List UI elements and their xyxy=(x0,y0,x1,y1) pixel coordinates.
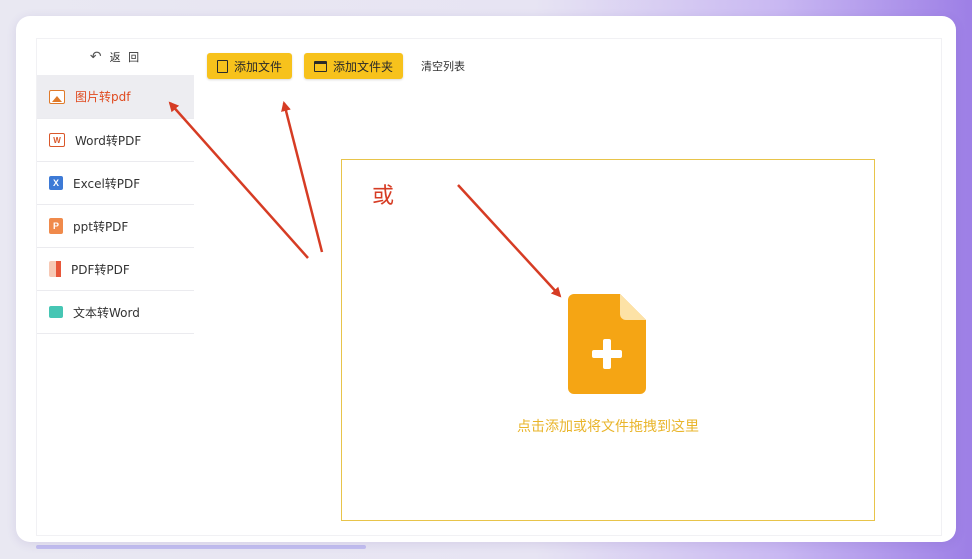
sidebar-item-image-to-pdf[interactable]: 图片转pdf xyxy=(37,75,194,119)
sidebar: ↶ 返 回 图片转pdf W Word转PDF X Excel转PDF P pp… xyxy=(37,39,194,535)
document-icon xyxy=(217,59,228,73)
bottom-scroll-indicator xyxy=(36,545,366,549)
sidebar-item-label: 文本转Word xyxy=(73,305,140,320)
add-file-label: 添加文件 xyxy=(234,59,283,74)
back-arrow-icon: ↶ xyxy=(89,49,104,65)
sidebar-item-word-to-pdf[interactable]: W Word转PDF xyxy=(37,119,194,162)
add-folder-label: 添加文件夹 xyxy=(333,59,394,74)
image-icon xyxy=(49,89,65,104)
sidebar-item-ppt-to-pdf[interactable]: P ppt转PDF xyxy=(37,205,194,248)
sidebar-item-label: 图片转pdf xyxy=(75,90,131,104)
back-label: 返 回 xyxy=(109,51,142,64)
app-window: ↶ 返 回 图片转pdf W Word转PDF X Excel转PDF P pp… xyxy=(16,16,956,542)
file-drop-zone[interactable]: 或 点击添加或将文件拖拽到这里 xyxy=(341,159,875,521)
sidebar-item-label: ppt转PDF xyxy=(73,219,129,234)
text-icon xyxy=(49,306,63,318)
or-annotation: 或 xyxy=(372,184,395,209)
sidebar-item-text-to-word[interactable]: 文本转Word xyxy=(37,291,194,334)
sidebar-item-label: Word转PDF xyxy=(75,133,142,148)
toolbar: 添加文件 添加文件夹 清空列表 xyxy=(207,53,465,79)
drop-hint-text: 点击添加或将文件拖拽到这里 xyxy=(517,419,699,435)
ppt-icon: P xyxy=(49,218,63,234)
pdf-icon xyxy=(49,261,61,277)
app-content: ↶ 返 回 图片转pdf W Word转PDF X Excel转PDF P pp… xyxy=(36,38,942,536)
sidebar-item-label: Excel转PDF xyxy=(73,176,141,191)
add-file-icon[interactable] xyxy=(568,294,646,394)
folder-icon xyxy=(314,60,328,72)
add-folder-button[interactable]: 添加文件夹 xyxy=(304,53,404,79)
sidebar-item-label: PDF转PDF xyxy=(71,262,130,277)
excel-icon: X xyxy=(49,176,63,190)
sidebar-item-pdf-to-pdf[interactable]: PDF转PDF xyxy=(37,248,194,291)
clear-list-button[interactable]: 清空列表 xyxy=(421,58,465,74)
word-icon: W xyxy=(49,133,65,147)
add-file-button[interactable]: 添加文件 xyxy=(207,53,293,79)
back-button[interactable]: ↶ 返 回 xyxy=(37,39,194,75)
sidebar-item-excel-to-pdf[interactable]: X Excel转PDF xyxy=(37,162,194,205)
